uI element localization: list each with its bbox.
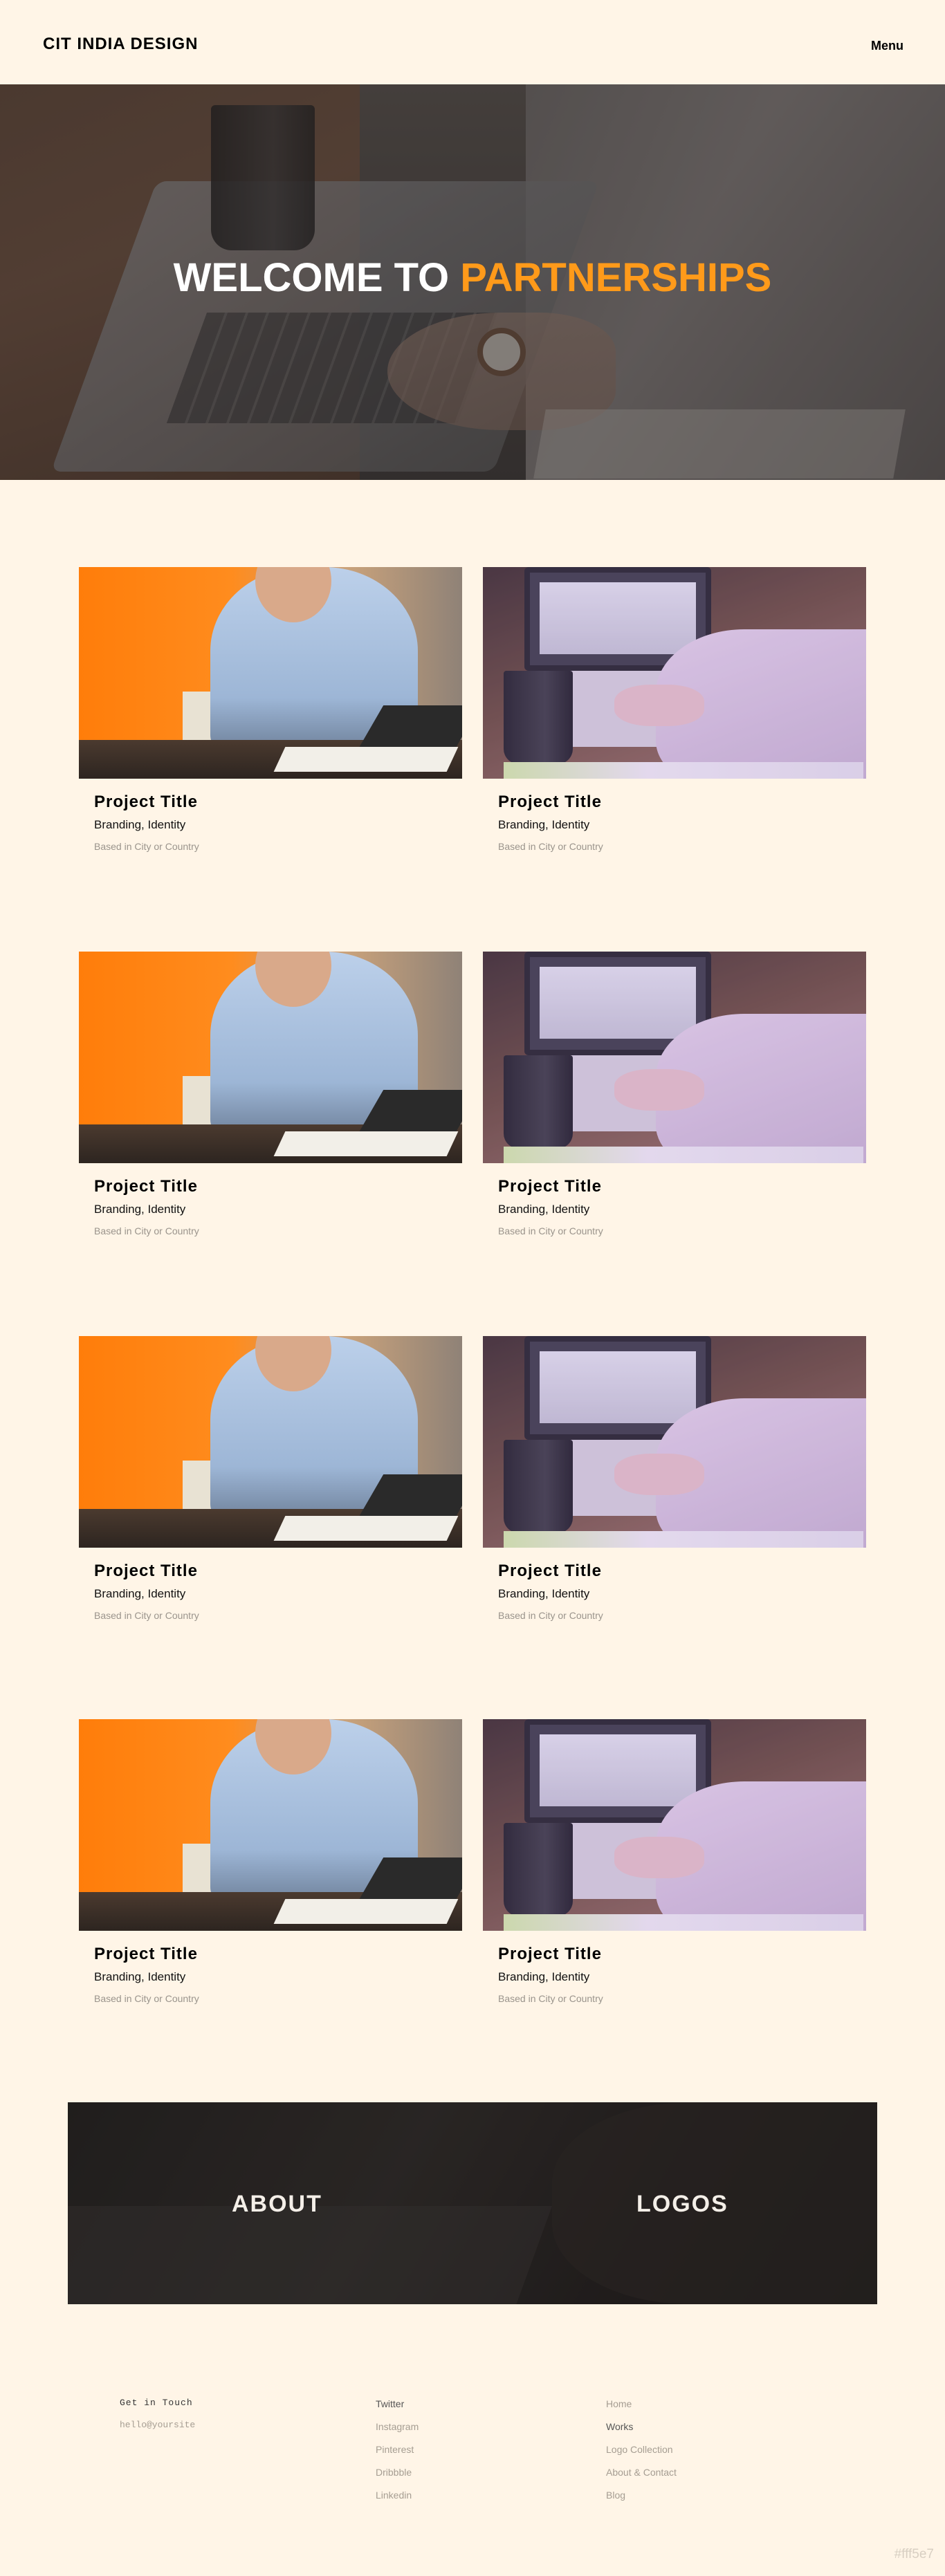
project-image[interactable] [483, 567, 866, 779]
contact-title: Get in Touch [120, 2398, 193, 2408]
project-card[interactable]: Project Title Branding, Identity Based i… [79, 1336, 462, 1621]
project-title[interactable]: Project Title [498, 1945, 866, 1964]
project-subtitle: Branding, Identity [498, 1203, 590, 1216]
footer-link-linkedin[interactable]: Linkedin [376, 2484, 419, 2507]
footer-link-works[interactable]: Works [606, 2416, 677, 2438]
project-title[interactable]: Project Title [94, 1945, 462, 1964]
site-logo[interactable]: CIT INDIA DESIGN [43, 35, 198, 54]
corner-color-tag: #fff5e7 [894, 2547, 934, 2561]
project-subtitle: Branding, Identity [498, 818, 590, 831]
project-card[interactable]: Project Title Branding, Identity Based i… [483, 952, 866, 1236]
project-image[interactable] [79, 567, 462, 779]
project-subtitle: Branding, Identity [498, 1587, 590, 1600]
footer-nav-links: Home Works Logo Collection About & Conta… [606, 2393, 677, 2507]
project-meta: Based in City or Country [498, 1993, 603, 2004]
project-title[interactable]: Project Title [94, 1177, 462, 1196]
hero-banner: WELCOME TO PARTNERSHIPS [0, 84, 945, 480]
project-image[interactable] [483, 1719, 866, 1931]
project-title[interactable]: Project Title [94, 1562, 462, 1581]
site-header: CIT INDIA DESIGN Menu [0, 0, 945, 84]
project-meta: Based in City or Country [94, 1993, 199, 2004]
menu-button[interactable]: Menu [871, 39, 903, 53]
project-meta: Based in City or Country [94, 1225, 199, 1236]
project-card[interactable]: Project Title Branding, Identity Based i… [483, 1719, 866, 2004]
project-card[interactable]: Project Title Branding, Identity Based i… [79, 1719, 462, 2004]
footer-link-dribbble[interactable]: Dribbble [376, 2461, 419, 2484]
footer-link-instagram[interactable]: Instagram [376, 2416, 419, 2438]
project-subtitle: Branding, Identity [498, 1970, 590, 1983]
project-subtitle: Branding, Identity [94, 1203, 186, 1216]
project-subtitle: Branding, Identity [94, 818, 186, 831]
project-subtitle: Branding, Identity [94, 1587, 186, 1600]
footer-link-home[interactable]: Home [606, 2393, 677, 2416]
footer-link-blog[interactable]: Blog [606, 2484, 677, 2507]
project-title[interactable]: Project Title [498, 1177, 866, 1196]
project-meta: Based in City or Country [498, 1610, 603, 1621]
project-title[interactable]: Project Title [498, 793, 866, 812]
project-title[interactable]: Project Title [94, 793, 462, 812]
project-meta: Based in City or Country [94, 841, 199, 852]
footer-link-about-contact[interactable]: About & Contact [606, 2461, 677, 2484]
footer-contact: Get in Touch hello@yoursite [120, 2398, 195, 2430]
project-card[interactable]: Project Title Branding, Identity Based i… [79, 567, 462, 852]
project-card[interactable]: Project Title Branding, Identity Based i… [483, 1336, 866, 1621]
footer-link-logo-collection[interactable]: Logo Collection [606, 2438, 677, 2461]
project-image[interactable] [79, 1336, 462, 1548]
project-title[interactable]: Project Title [498, 1562, 866, 1581]
project-meta: Based in City or Country [498, 841, 603, 852]
project-subtitle: Branding, Identity [94, 1970, 186, 1983]
about-logos-banner: ABOUT LOGOS [68, 2102, 877, 2304]
footer-link-twitter[interactable]: Twitter [376, 2393, 419, 2416]
banner-overlay [68, 2102, 877, 2304]
hero-title: WELCOME TO PARTNERSHIPS [0, 250, 945, 306]
hero-title-highlight: PARTNERSHIPS [460, 255, 772, 300]
hero-title-plain: WELCOME TO [173, 255, 450, 300]
project-image[interactable] [79, 952, 462, 1163]
project-card[interactable]: Project Title Branding, Identity Based i… [79, 952, 462, 1236]
project-image[interactable] [483, 952, 866, 1163]
project-meta: Based in City or Country [94, 1610, 199, 1621]
footer-social-links: Twitter Instagram Pinterest Dribbble Lin… [376, 2393, 419, 2507]
project-image[interactable] [483, 1336, 866, 1548]
project-image[interactable] [79, 1719, 462, 1931]
about-link[interactable]: ABOUT [232, 2191, 322, 2218]
project-meta: Based in City or Country [498, 1225, 603, 1236]
footer-link-pinterest[interactable]: Pinterest [376, 2438, 419, 2461]
project-card[interactable]: Project Title Branding, Identity Based i… [483, 567, 866, 852]
logos-link[interactable]: LOGOS [636, 2191, 728, 2218]
contact-email[interactable]: hello@yoursite [120, 2420, 195, 2430]
